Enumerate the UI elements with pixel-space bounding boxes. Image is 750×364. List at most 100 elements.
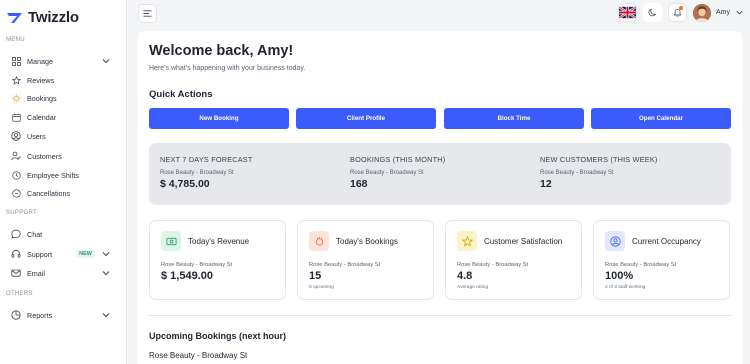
user-circle-icon [11, 131, 21, 141]
user-name: Amy [716, 9, 730, 16]
mail-icon [11, 268, 21, 278]
card-note: 2 of 2 staff working [605, 285, 646, 290]
chevron-down-icon [736, 10, 743, 15]
card-title: Today's Bookings [336, 237, 399, 246]
card-location: Rose Beauty - Broadway St [605, 262, 677, 268]
card-value: 4.8 [457, 270, 473, 282]
main-content: Welcome back, Amy! Here's what's happeni… [138, 31, 742, 364]
stat-location: Rose Beauty - Broadway St [540, 170, 614, 176]
stat-value: 168 [350, 178, 368, 190]
sun-icon [11, 93, 21, 103]
stat-value: 12 [540, 178, 552, 190]
chevron-down-icon [102, 313, 110, 318]
card-todays-revenue[interactable]: Today's Revenue Rose Beauty - Broadway S… [149, 220, 286, 300]
card-title: Today's Revenue [188, 237, 250, 246]
sidebar-item-bookings[interactable]: Bookings [0, 90, 127, 106]
card-title: Customer Satisfaction [484, 237, 563, 246]
money-icon [161, 231, 181, 251]
sidebar-item-manage[interactable]: Manage [0, 53, 127, 69]
quick-actions-title: Quick Actions [149, 89, 213, 100]
stat-location: Rose Beauty - Broadway St [350, 170, 424, 176]
support-section-label: SUPPORT [6, 210, 37, 216]
app-logo[interactable]: Twizzlo [7, 9, 79, 26]
sidebar-item-chat[interactable]: Chat [0, 226, 127, 242]
forecast-bookings-month: BOOKINGS (THIS MONTH) Rose Beauty - Broa… [350, 155, 445, 190]
block-time-button[interactable]: Block Time [444, 108, 584, 129]
sidebar-item-employee-shifts[interactable]: Employee Shifts [0, 167, 127, 183]
sidebar-item-label: Support [27, 249, 53, 259]
upcoming-location: Rose Beauty - Broadway St [149, 351, 248, 360]
card-value: 100% [605, 270, 634, 282]
stat-title: NEXT 7 DAYS FORECAST [160, 155, 253, 164]
card-note: Average rating [457, 285, 489, 290]
app-name: Twizzlo [28, 9, 79, 26]
others-section-label: OTHERS [6, 291, 33, 297]
calendar-icon [11, 112, 21, 122]
uk-flag-icon [619, 6, 636, 19]
stat-value: $ 4,785.00 [160, 178, 210, 190]
support-icon [11, 249, 21, 259]
card-todays-bookings[interactable]: Today's Bookings Rose Beauty - Broadway … [297, 220, 434, 300]
forecast-next-7-days: NEXT 7 DAYS FORECAST Rose Beauty - Broad… [160, 155, 253, 190]
chevron-down-icon [102, 271, 110, 276]
open-calendar-button[interactable]: Open Calendar [591, 108, 731, 129]
sidebar-item-reviews[interactable]: Reviews [0, 72, 127, 88]
sidebar-item-label: Chat [27, 229, 43, 239]
sidebar-item-customers[interactable]: Customers [0, 148, 127, 164]
sidebar-item-calendar[interactable]: Calendar [0, 109, 127, 125]
card-current-occupancy[interactable]: Current Occupancy Rose Beauty - Broadway… [593, 220, 730, 300]
forecast-new-customers: NEW CUSTOMERS (THIS WEEK) Rose Beauty - … [540, 155, 658, 190]
bookings-icon [309, 231, 329, 251]
stat-title: BOOKINGS (THIS MONTH) [350, 155, 446, 164]
new-booking-button[interactable]: New Booking [149, 108, 289, 129]
sidebar-item-users[interactable]: Users [0, 128, 127, 144]
chat-icon [11, 229, 21, 239]
moon-icon [648, 8, 657, 17]
hamburger-icon [143, 10, 152, 17]
customers-icon [11, 151, 21, 161]
sidebar-item-label: Calendar [27, 112, 57, 122]
card-location: Rose Beauty - Broadway St [309, 262, 381, 268]
sidebar-toggle-button[interactable] [138, 4, 157, 23]
page-subtitle: Here's what's happening with your busine… [149, 65, 306, 72]
notifications-button[interactable] [668, 3, 687, 22]
section-divider [149, 315, 731, 316]
logo-icon [7, 12, 22, 23]
sidebar-item-label: Manage [27, 56, 53, 66]
forecast-panel: NEXT 7 DAYS FORECAST Rose Beauty - Broad… [149, 143, 731, 205]
upcoming-bookings-title: Upcoming Bookings (next hour) [149, 331, 286, 341]
chevron-down-icon [102, 252, 110, 257]
stat-title: NEW CUSTOMERS (THIS WEEK) [540, 155, 658, 164]
user-menu[interactable]: Amy [693, 3, 744, 22]
sidebar-item-label: Cancellations [27, 188, 71, 198]
card-customer-satisfaction[interactable]: Customer Satisfaction Rose Beauty - Broa… [445, 220, 582, 300]
star-icon [11, 75, 21, 85]
sidebar-item-cancellations[interactable]: Cancellations [0, 185, 127, 201]
language-button[interactable] [618, 3, 637, 22]
theme-toggle-button[interactable] [643, 3, 662, 22]
card-value: 15 [309, 270, 322, 282]
new-badge: NEW [76, 250, 95, 258]
sidebar-item-label: Users [27, 131, 46, 141]
card-note: 6 upcoming [309, 285, 334, 290]
card-title: Current Occupancy [632, 237, 701, 246]
reports-icon [11, 310, 21, 320]
sidebar-item-email[interactable]: Email [0, 265, 127, 281]
page-title: Welcome back, Amy! [149, 43, 294, 59]
user-icon [605, 231, 625, 251]
sidebar-item-label: Reports [27, 310, 53, 320]
stat-location: Rose Beauty - Broadway St [160, 170, 234, 176]
sidebar-item-label: Reviews [27, 75, 55, 85]
chevron-down-icon [102, 59, 110, 64]
sidebar-item-label: Customers [27, 151, 62, 161]
clock-icon [11, 170, 21, 180]
sidebar-item-label: Bookings [27, 93, 57, 103]
star-icon [457, 231, 477, 251]
sidebar-item-reports[interactable]: Reports [0, 307, 127, 323]
topbar-actions: Amy [618, 3, 744, 22]
client-profile-button[interactable]: Client Profile [296, 108, 436, 129]
cancel-icon [11, 188, 21, 198]
card-location: Rose Beauty - Broadway St [457, 262, 529, 268]
sidebar-item-label: Email [27, 268, 45, 278]
sidebar-item-support[interactable]: Support NEW [0, 246, 127, 262]
